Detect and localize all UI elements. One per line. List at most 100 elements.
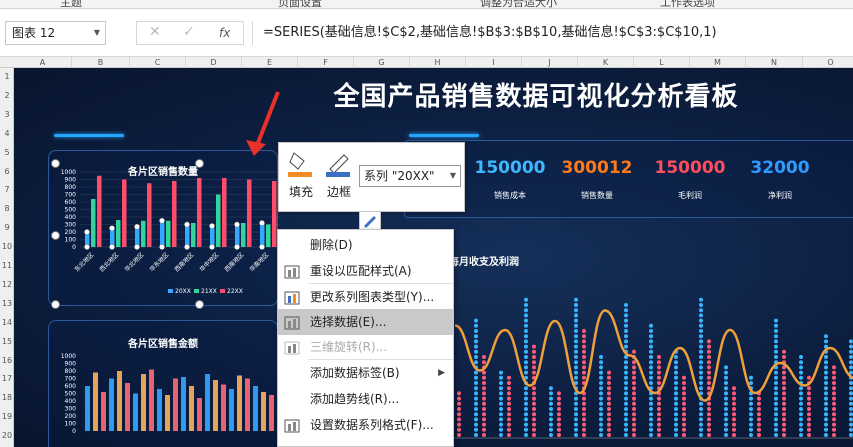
point-handle[interactable] — [234, 244, 240, 250]
ribbon-scale-to-fit[interactable]: 调整为合适大小 — [480, 0, 557, 8]
bar[interactable] — [181, 377, 186, 431]
point-handle[interactable] — [184, 244, 190, 250]
column-header-cell[interactable]: O — [803, 57, 853, 68]
point-handle[interactable] — [209, 244, 215, 250]
column-header-cell[interactable]: E — [242, 57, 298, 68]
column-header-cell[interactable]: C — [130, 57, 186, 68]
ribbon-theme[interactable]: 主题 — [60, 0, 82, 8]
bar[interactable] — [185, 224, 190, 248]
bar[interactable] — [189, 386, 194, 431]
fill-button[interactable]: 填充 — [283, 147, 319, 203]
bar[interactable] — [213, 380, 218, 431]
row-header-cell[interactable]: 11 — [0, 257, 14, 276]
enter-icon[interactable]: ✓ — [183, 24, 195, 40]
row-header-cell[interactable]: 9 — [0, 219, 14, 238]
row-header-cell[interactable]: 3 — [0, 106, 14, 125]
border-button[interactable]: 边框 — [321, 147, 357, 203]
bar[interactable] — [253, 386, 258, 431]
column-header-cell[interactable]: B — [72, 57, 130, 68]
row-header-cell[interactable]: 5 — [0, 144, 14, 163]
row-header-cell[interactable]: 12 — [0, 276, 14, 295]
bar[interactable] — [235, 224, 240, 248]
row-header-cell[interactable]: 13 — [0, 295, 14, 314]
column-header-cell[interactable]: N — [746, 57, 803, 68]
profit-line[interactable] — [454, 309, 853, 402]
bar[interactable] — [241, 223, 246, 247]
point-handle[interactable] — [259, 244, 265, 250]
bar[interactable] — [210, 226, 215, 247]
column-header-cell[interactable]: F — [298, 57, 354, 68]
bar[interactable] — [117, 371, 122, 431]
row-header-cell[interactable]: 7 — [0, 181, 14, 200]
chevron-down-icon[interactable]: ▼ — [94, 22, 100, 44]
point-handle[interactable] — [159, 217, 165, 224]
context-menu-item[interactable]: 选择数据(E)... — [278, 309, 453, 335]
point-handle[interactable] — [134, 223, 140, 230]
row-header-cell[interactable]: 19 — [0, 408, 14, 427]
bar[interactable] — [109, 378, 114, 432]
point-handle[interactable] — [234, 221, 240, 228]
row-header-cell[interactable]: 1 — [0, 68, 14, 87]
row-header-cell[interactable]: 6 — [0, 163, 14, 182]
bar[interactable] — [222, 178, 227, 247]
column-header-cell[interactable]: M — [690, 57, 746, 68]
row-header-cell[interactable]: 17 — [0, 370, 14, 389]
formula-input[interactable]: =SERIES(基础信息!$C$2,基础信息!$B$3:$B$10,基础信息!$… — [252, 21, 853, 45]
bar[interactable] — [135, 226, 140, 247]
bar[interactable] — [172, 181, 177, 247]
bar[interactable] — [221, 384, 226, 432]
resize-handle[interactable] — [195, 159, 204, 168]
point-handle[interactable] — [109, 225, 115, 232]
ribbon-sheet-options[interactable]: 工作表选项 — [660, 0, 715, 8]
format-style-button[interactable] — [359, 212, 381, 230]
row-header-cell[interactable]: 15 — [0, 333, 14, 352]
bar[interactable] — [245, 378, 250, 432]
bar[interactable] — [97, 175, 102, 247]
context-menu-item[interactable]: 添加数据标签(B) ▶ — [278, 360, 453, 386]
bar[interactable] — [205, 374, 210, 431]
point-handle[interactable] — [209, 223, 215, 229]
bar[interactable] — [197, 398, 202, 431]
bar[interactable] — [166, 220, 171, 247]
series-select[interactable]: 系列 "20XX" ▼ — [359, 165, 461, 187]
resize-handle[interactable] — [51, 159, 60, 168]
bar[interactable] — [101, 392, 106, 431]
point-handle[interactable] — [159, 244, 165, 250]
bar[interactable] — [272, 181, 277, 247]
bar[interactable] — [85, 386, 90, 431]
column-header-cell[interactable]: J — [522, 57, 578, 68]
point-handle[interactable] — [109, 244, 115, 250]
bar[interactable] — [125, 383, 130, 431]
bar[interactable] — [266, 224, 271, 248]
bar[interactable] — [122, 179, 127, 248]
row-header-cell[interactable]: 4 — [0, 125, 14, 144]
bar[interactable] — [247, 179, 252, 248]
column-header-cell[interactable]: G — [354, 57, 410, 68]
context-menu-item[interactable]: 重设以匹配样式(A) — [278, 258, 453, 284]
row-header-cell[interactable]: 10 — [0, 238, 14, 257]
point-handle[interactable] — [259, 220, 265, 226]
bar[interactable] — [91, 199, 96, 247]
column-header-cell[interactable]: L — [634, 57, 690, 68]
column-header-cell[interactable]: K — [578, 57, 634, 68]
row-header-cell[interactable]: 14 — [0, 314, 14, 333]
row-header-cell[interactable]: 16 — [0, 352, 14, 371]
region-amount-chart[interactable]: 01002003004005006007008009001000 — [48, 350, 288, 447]
bar[interactable] — [93, 372, 98, 432]
row-header-cell[interactable]: 2 — [0, 87, 14, 106]
column-header-cell[interactable]: I — [466, 57, 522, 68]
row-header-cell[interactable]: 18 — [0, 389, 14, 408]
resize-handle[interactable] — [51, 231, 60, 240]
name-box[interactable]: 图表 12 ▼ — [5, 21, 106, 45]
bar[interactable] — [237, 375, 242, 432]
cancel-icon[interactable]: ✕ — [149, 24, 161, 40]
bar[interactable] — [261, 392, 266, 431]
resize-handle[interactable] — [195, 300, 204, 309]
column-header-cell[interactable]: D — [186, 57, 242, 68]
bar[interactable] — [165, 395, 170, 431]
point-handle[interactable] — [84, 229, 90, 235]
bar[interactable] — [116, 220, 121, 247]
resize-handle[interactable] — [51, 300, 60, 309]
bar[interactable] — [229, 389, 234, 431]
bar[interactable] — [141, 374, 146, 431]
